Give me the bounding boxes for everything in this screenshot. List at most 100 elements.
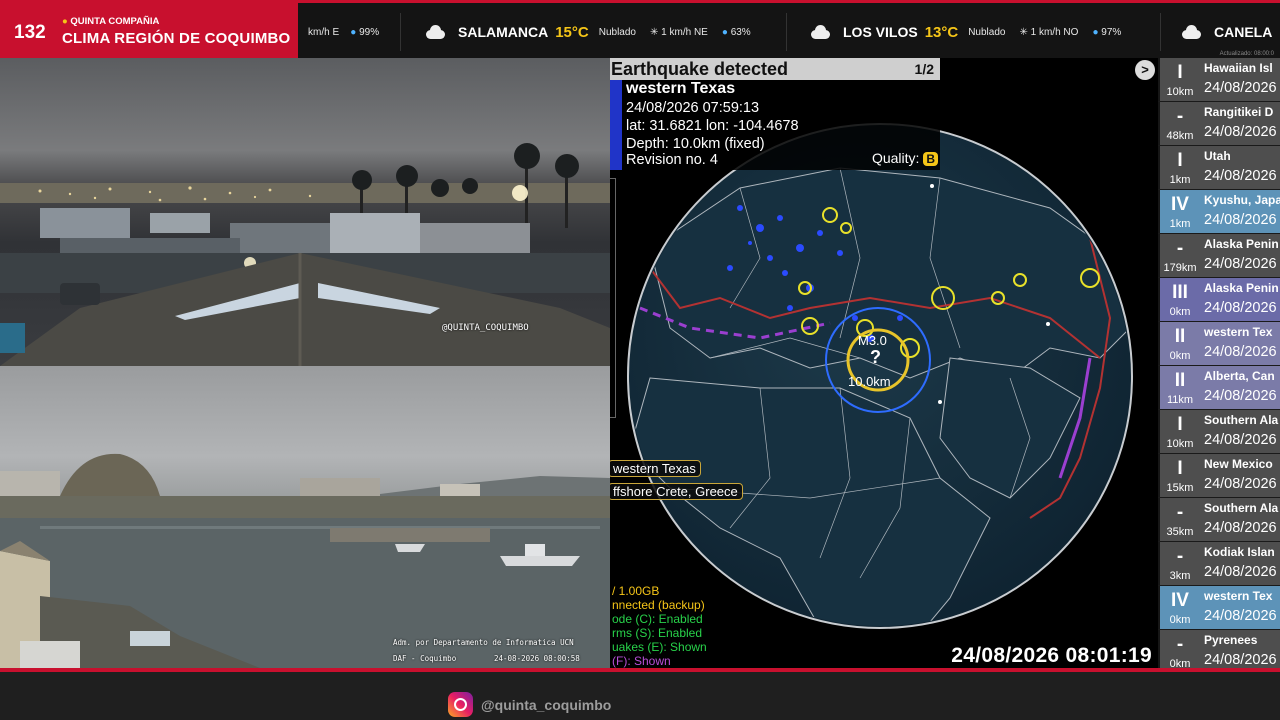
quake-list-place: western Tex [1204, 325, 1273, 339]
quake-list-place: New Mexico [1204, 457, 1273, 471]
weather-item-los-vilos: LOS VILOS 13°C Nublado ✳ 1 km/h NO ● 97% [809, 17, 1135, 47]
quake-list-date: 24/08/2026 [1204, 168, 1277, 184]
quake-list-date: 24/08/2026 [1204, 344, 1277, 360]
quake-list-date: 24/08/2026 [1204, 520, 1277, 536]
weather-temp: 15°C [555, 23, 589, 41]
status-line-mode: ode (C): Enabled [612, 612, 703, 626]
camera-feed-night: @QUINTA_COQUIMBO [0, 58, 610, 366]
quake-list-item[interactable]: I 15km New Mexico 24/08/2026 [1158, 454, 1280, 498]
intensity-level: III [1172, 282, 1188, 303]
quake-list-item[interactable]: - 3km Kodiak Islan 24/08/2026 [1158, 542, 1280, 586]
quake-list-date: 24/08/2026 [1204, 124, 1277, 140]
quake-list-place: Rangitikei D [1204, 105, 1274, 119]
quake-list-item[interactable]: II 11km Alberta, Can 24/08/2026 [1158, 366, 1280, 410]
intensity-level: - [1176, 238, 1184, 259]
weather-wind-value: 1 km/h NO [1030, 26, 1079, 38]
quake-list-item[interactable]: -0km Pyrenees 24/08/2026 [1158, 630, 1280, 670]
quake-list-place: Southern Ala [1204, 501, 1279, 515]
camera-location: DAF - Coquimbo [393, 654, 457, 663]
camera-timestamp: 24-08-2026 08:00:58 [494, 654, 580, 663]
stream-overlay: 132 ● QUINTA COMPAÑIA CLIMA REGIÓN DE CO… [0, 0, 1280, 720]
intensity-box: III 0km [1160, 278, 1200, 321]
quake-list-date: 24/08/2026 [1204, 476, 1277, 492]
intensity-box: I 1km [1160, 146, 1200, 189]
weather-item-salamanca: SALAMANCA 15°C Nublado ✳ 1 km/h NE ● 63% [424, 17, 765, 47]
bottom-bar: @quinta_coquimbo [0, 668, 1280, 720]
updated-label: Actualizado: 08:00:0 [1219, 51, 1274, 57]
ticker-divider [1160, 13, 1161, 51]
intensity-level: I [1177, 458, 1183, 479]
quake-list-item[interactable]: I 1km Utah 24/08/2026 [1158, 146, 1280, 190]
legend-panel-edge [610, 178, 616, 418]
quake-list: I 10km Hawaiian Isl 24/08/2026 - 48km Rangitik… [1158, 58, 1280, 670]
weather-condition: Nublado [968, 26, 1006, 38]
humidity-drop-icon: ● [350, 27, 357, 38]
quake-list-depth: 11km [1166, 394, 1194, 406]
weather-city: CANELA [1214, 24, 1273, 40]
quake-list-depth: 48km [1166, 130, 1194, 142]
ticker-divider [786, 13, 787, 51]
intensity-level: - [1176, 502, 1184, 523]
quake-list-date: 24/08/2026 [1204, 432, 1277, 448]
status-line-alarms: rms (S): Enabled [612, 626, 703, 640]
intensity-box: -0km [1160, 630, 1200, 670]
intensity-level: I [1177, 62, 1183, 83]
camera-watermark: @QUINTA_COQUIMBO [442, 323, 529, 333]
intensity-box: - 179km [1160, 234, 1200, 277]
next-arrow-button[interactable]: > [1135, 60, 1155, 80]
ticker-divider [400, 13, 401, 51]
weather-temp: 13°C [924, 23, 959, 41]
intensity-level: II [1174, 370, 1186, 391]
quake-list-place: Kyushu, Japa [1204, 193, 1280, 207]
camera-feed-harbor: Adm. por Departamento de Informatica UCN… [0, 366, 610, 668]
quake-quality: Quality: B [872, 150, 938, 166]
quake-alert-details: western Texas 24/08/2026 07:59:13 lat: 3… [610, 80, 940, 170]
quake-page-indicator: 1/2 [914, 61, 934, 77]
weather-condition: Nublado [598, 26, 636, 38]
quake-list-place: Alberta, Can [1204, 369, 1275, 383]
intensity-level: I [1177, 150, 1183, 171]
quake-list-place: Utah [1204, 149, 1231, 163]
quake-list-date: 24/08/2026 [1204, 608, 1277, 624]
earthquake-monitor: Earthquake detected 1/2 western Texas 24… [610, 58, 1158, 670]
intensity-level: - [1176, 106, 1184, 127]
status-line-faults: (F): Shown [612, 654, 671, 668]
camera-scene-night [0, 143, 610, 366]
weather-wind: ✳ 1 km/h NO [1019, 27, 1078, 38]
quake-marker-magnitude: M3.0 [858, 333, 887, 348]
quake-list-item[interactable]: - 179km Alaska Penin 24/08/2026 [1158, 234, 1280, 278]
quake-list-item[interactable]: - 35km Southern Ala 24/08/2026 [1158, 498, 1280, 542]
quake-list-depth: 1km [1169, 218, 1191, 230]
quake-list-item[interactable]: - 48km Rangitikei D 24/08/2026 [1158, 102, 1280, 146]
weather-humidity: ● 97% [1092, 27, 1121, 38]
intensity-level: - [1176, 546, 1184, 567]
weather-humidity: ● 63% [722, 27, 751, 38]
quality-label: Quality: [871, 150, 920, 166]
intensity-box: - 48km [1160, 102, 1200, 145]
status-line-connection: nnected (backup) [612, 598, 705, 612]
brand-title: CLIMA REGIÓN DE COQUIMBO [62, 30, 291, 47]
wind-icon: ✳ [1019, 26, 1031, 38]
intensity-box: - 3km [1160, 542, 1200, 585]
quake-list-depth: 0km [1169, 350, 1191, 362]
cloud-icon [809, 25, 831, 39]
quake-list-item[interactable]: III 0km Alaska Penin 24/08/2026 [1158, 278, 1280, 322]
quake-list-depth: 179km [1163, 262, 1197, 274]
instagram-handle: @quinta_coquimbo [481, 696, 612, 713]
quake-list-item[interactable]: IV 0km western Tex 24/08/2026 [1158, 586, 1280, 630]
intensity-level: IV [1171, 590, 1189, 611]
quake-list-item[interactable]: II 0km western Tex 24/08/2026 [1158, 322, 1280, 366]
quake-list-place: Kodiak Islan [1204, 545, 1275, 559]
quake-list-item[interactable]: I 10km Southern Ala 24/08/2026 [1158, 410, 1280, 454]
humidity-drop-icon: ● [1092, 26, 1102, 38]
brand-subtitle: ● QUINTA COMPAÑIA [62, 16, 159, 27]
intensity-box: I 10km [1160, 410, 1200, 453]
quake-depth: Depth: 10.0km (fixed) [626, 136, 765, 152]
quake-list-item[interactable]: I 10km Hawaiian Isl 24/08/2026 [1158, 58, 1280, 102]
weather-ticker: km/h E ● 99% SALAMANCA 15°C Nublado ✳ 1 … [298, 3, 1280, 61]
quake-revision: Revision no. 4 [626, 152, 718, 168]
quake-list-item[interactable]: IV 1km Kyushu, Japa 24/08/2026 [1158, 190, 1280, 234]
instagram-icon [448, 692, 473, 717]
weather-wind-value: 1 km/h NE [661, 26, 708, 38]
weather-wind: ✳ 1 km/h NE [650, 27, 708, 38]
